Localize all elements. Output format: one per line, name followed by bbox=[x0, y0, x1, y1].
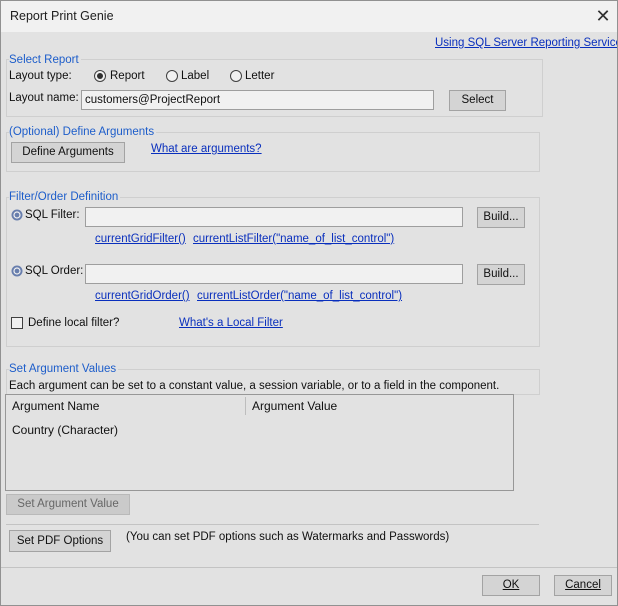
layout-name-label: Layout name: bbox=[9, 92, 79, 104]
info-icon bbox=[11, 209, 23, 221]
sql-order-input[interactable] bbox=[85, 264, 463, 284]
radio-report-label[interactable]: Report bbox=[110, 70, 145, 82]
define-arguments-title: (Optional) Define Arguments bbox=[9, 126, 157, 138]
ok-label: OK bbox=[502, 579, 520, 591]
set-argument-value-button[interactable]: Set Argument Value bbox=[6, 494, 130, 515]
select-button[interactable]: Select bbox=[449, 90, 506, 111]
local-filter-checkbox[interactable] bbox=[11, 317, 23, 329]
cancel-label: Cancel bbox=[565, 579, 601, 591]
set-pdf-options-button[interactable]: Set PDF Options bbox=[9, 530, 111, 552]
arguments-grid: Argument Name Argument Value Country (Ch… bbox=[5, 394, 514, 491]
table-row[interactable]: Country (Character) bbox=[6, 419, 513, 439]
column-header-name[interactable]: Argument Name bbox=[12, 395, 99, 417]
radio-label-label[interactable]: Label bbox=[181, 70, 209, 82]
info-icon bbox=[11, 265, 23, 277]
radio-label[interactable] bbox=[166, 70, 178, 82]
sql-order-label: SQL Order: bbox=[25, 265, 84, 277]
column-divider[interactable] bbox=[245, 397, 246, 415]
what-are-arguments-link[interactable]: What are arguments? bbox=[151, 143, 262, 155]
current-grid-order-link[interactable]: currentGridOrder() bbox=[95, 290, 190, 302]
radio-letter[interactable] bbox=[230, 70, 242, 82]
pdf-options-note: (You can set PDF options such as Waterma… bbox=[126, 531, 450, 543]
cancel-button[interactable]: Cancel bbox=[554, 575, 612, 596]
argument-name-cell: Country (Character) bbox=[12, 423, 119, 437]
sql-reporting-link[interactable]: Using SQL Server Reporting Services bbox=[435, 37, 617, 49]
layout-name-input[interactable] bbox=[81, 90, 434, 110]
define-arguments-button[interactable]: Define Arguments bbox=[11, 142, 125, 163]
current-list-filter-link[interactable]: currentListFilter("name_of_list_control"… bbox=[193, 233, 394, 245]
filter-order-title: Filter/Order Definition bbox=[9, 191, 121, 203]
close-icon[interactable]: ✕ bbox=[593, 6, 613, 26]
window-title: Report Print Genie bbox=[10, 9, 114, 23]
sql-order-build-button[interactable]: Build... bbox=[477, 264, 525, 285]
sql-filter-label: SQL Filter: bbox=[25, 209, 80, 221]
local-filter-label[interactable]: Define local filter? bbox=[28, 317, 119, 329]
title-bar: Report Print Genie ✕ bbox=[1, 1, 617, 32]
dialog-window: Report Print Genie ✕ Using SQL Server Re… bbox=[0, 0, 618, 606]
column-header-value[interactable]: Argument Value bbox=[252, 395, 337, 417]
select-report-title: Select Report bbox=[9, 54, 81, 66]
divider bbox=[6, 524, 539, 525]
sql-filter-input[interactable] bbox=[85, 207, 463, 227]
footer-divider bbox=[1, 567, 617, 568]
local-filter-help-link[interactable]: What's a Local Filter bbox=[179, 317, 283, 329]
current-list-order-link[interactable]: currentListOrder("name_of_list_control") bbox=[197, 290, 402, 302]
layout-type-label: Layout type: bbox=[9, 70, 72, 82]
radio-report[interactable] bbox=[94, 70, 106, 82]
sql-filter-build-button[interactable]: Build... bbox=[477, 207, 525, 228]
arg-values-title: Set Argument Values bbox=[9, 363, 119, 375]
ok-button[interactable]: OK bbox=[482, 575, 540, 596]
radio-letter-label[interactable]: Letter bbox=[245, 70, 274, 82]
current-grid-filter-link[interactable]: currentGridFilter() bbox=[95, 233, 186, 245]
arg-values-description: Each argument can be set to a constant v… bbox=[9, 380, 500, 392]
